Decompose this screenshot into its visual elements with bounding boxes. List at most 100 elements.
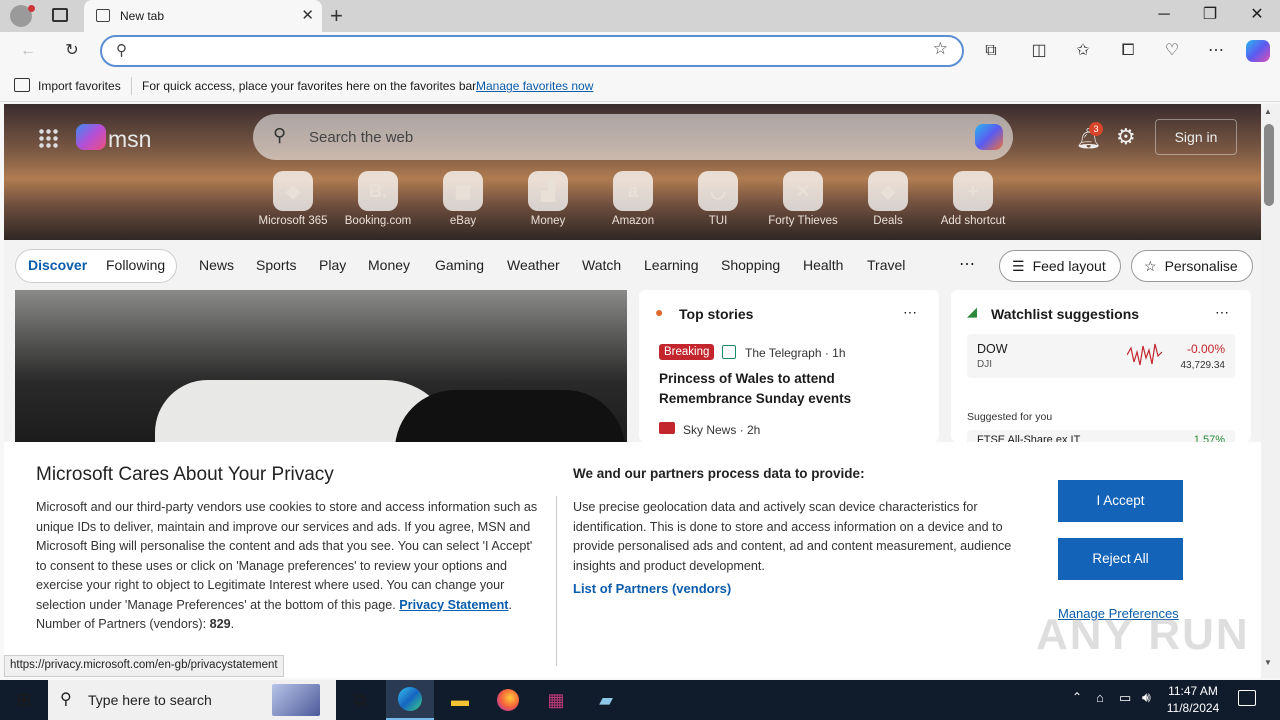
tab-discover[interactable]: Discover xyxy=(28,257,87,273)
nav-item-learning[interactable]: Learning xyxy=(644,257,699,273)
reject-all-button[interactable]: Reject All xyxy=(1058,538,1183,580)
copilot-search-icon[interactable] xyxy=(975,124,1003,150)
shortcut-3[interactable]: ▟ Money xyxy=(503,171,593,227)
edge-taskbar-icon[interactable] xyxy=(386,680,434,720)
tray-device-icon[interactable]: ⌂ xyxy=(1096,690,1104,705)
favorites-divider xyxy=(131,77,132,95)
import-icon xyxy=(14,78,30,92)
msn-search-box[interactable]: ⚲ Search the web xyxy=(253,114,1013,160)
tab-following[interactable]: Following xyxy=(106,257,165,273)
minimize-button[interactable]: ─ xyxy=(1141,0,1187,32)
copilot-icon[interactable] xyxy=(1246,40,1270,62)
start-windows-icon[interactable]: ⊞ xyxy=(0,680,48,720)
list-of-partners-link[interactable]: List of Partners (vendors) xyxy=(573,581,731,596)
shortcut-5[interactable]: ◡ TUI xyxy=(673,171,763,227)
accept-button[interactable]: I Accept xyxy=(1058,480,1183,522)
nav-item-weather[interactable]: Weather xyxy=(507,257,560,273)
shortcut-label: eBay xyxy=(449,215,477,227)
shortcut-0[interactable]: ◆ Microsoft 365 xyxy=(248,171,338,227)
split-screen-icon[interactable]: ◫ xyxy=(1028,40,1050,62)
shortcut-8[interactable]: + Add shortcut xyxy=(928,171,1018,227)
partial-row-change: 1.57% xyxy=(1193,434,1225,442)
app-launcher-icon[interactable] xyxy=(38,128,58,148)
refresh-icon[interactable]: ↻ xyxy=(61,40,83,62)
privacy-statement-link[interactable]: Privacy Statement xyxy=(399,598,508,612)
shortcut-1[interactable]: B. Booking.com xyxy=(333,171,423,227)
scrollbar-thumb[interactable] xyxy=(1264,124,1274,206)
sign-in-button[interactable]: Sign in xyxy=(1155,119,1237,155)
tray-network-icon[interactable]: ▭ xyxy=(1119,690,1131,706)
nav-item-money[interactable]: Money xyxy=(368,257,410,273)
file-explorer-icon[interactable]: ▬ xyxy=(436,680,484,720)
partners-count: 829 xyxy=(209,617,231,631)
nav-item-news[interactable]: News xyxy=(199,257,234,273)
settings-gear-icon[interactable]: ⚙ xyxy=(1116,124,1136,150)
shortcut-4[interactable]: a Amazon xyxy=(588,171,678,227)
scroll-down-icon[interactable]: ▼ xyxy=(1264,658,1272,667)
hero-article-image[interactable] xyxy=(15,290,627,442)
favorite-star-icon[interactable]: ☆ xyxy=(933,39,948,59)
notification-center-icon[interactable] xyxy=(1238,690,1256,706)
taskbar-search-box[interactable]: ⚲ Type here to search xyxy=(48,680,336,720)
shortcut-2[interactable]: ▦ eBay xyxy=(418,171,508,227)
shortcut-7[interactable]: ◆ Deals xyxy=(843,171,933,227)
nav-item-health[interactable]: Health xyxy=(803,257,843,273)
shortcut-6[interactable]: ✕ Forty Thieves xyxy=(758,171,848,227)
tray-volume-icon[interactable]: 🔊︎ xyxy=(1142,689,1151,706)
plus-icon: + xyxy=(953,171,993,211)
telegraph-logo-icon xyxy=(722,345,736,359)
nav-item-travel[interactable]: Travel xyxy=(867,257,905,273)
watchlist-row-dow[interactable]: DOW DJI -0.00% 43,729.34 xyxy=(967,334,1235,378)
close-window-button[interactable]: ✕ xyxy=(1234,0,1280,32)
story-headline-1[interactable]: Princess of Wales to attend Remembrance … xyxy=(659,369,909,409)
firefox-logo xyxy=(497,689,519,711)
performance-icon[interactable]: ♡ xyxy=(1161,40,1183,62)
shortcut-label: Forty Thieves xyxy=(768,215,838,227)
clock-time: 11:47 AM xyxy=(1168,684,1218,698)
personalise-button[interactable]: ☆ Personalise xyxy=(1131,250,1253,282)
notepad-icon[interactable]: ▰ xyxy=(582,680,630,720)
tray-chevron-icon[interactable]: ⌃ xyxy=(1072,690,1082,704)
nav-item-watch[interactable]: Watch xyxy=(582,257,621,273)
address-input[interactable] xyxy=(146,42,886,60)
nav-item-gaming[interactable]: Gaming xyxy=(435,257,484,273)
taskbar-search-icon: ⚲ xyxy=(60,691,72,708)
task-view-icon[interactable]: ⧉ xyxy=(336,680,384,720)
msn-search-placeholder: Search the web xyxy=(309,129,414,146)
tab-actions-icon[interactable] xyxy=(52,8,68,22)
new-tab-button[interactable]: + xyxy=(330,3,343,29)
privacy-body: Microsoft and our third-party vendors us… xyxy=(36,500,538,631)
dow-sub: DJI xyxy=(977,359,992,370)
favorites-icon[interactable]: ✩ xyxy=(1072,40,1094,62)
top-stories-more-icon[interactable]: ⋯ xyxy=(903,304,917,321)
taskbar-clock[interactable]: 11:47 AM 11/8/2024 xyxy=(1158,683,1228,717)
scroll-up-icon[interactable]: ▲ xyxy=(1264,107,1272,116)
address-bar[interactable]: ⚲ ☆ xyxy=(100,35,964,67)
tab-close-icon[interactable]: ✕ xyxy=(301,6,314,24)
restore-button[interactable]: ❐ xyxy=(1187,0,1233,32)
manage-favorites-link[interactable]: Manage favorites now xyxy=(476,79,593,93)
watchlist-row-partial[interactable]: FTSE All-Share ex IT 1.57% xyxy=(967,430,1235,442)
collections-icon[interactable]: ⧠ xyxy=(1117,40,1139,62)
nav-more-icon[interactable]: ⋯ xyxy=(959,254,975,274)
privacy-right-title: We and our partners process data to prov… xyxy=(573,466,865,481)
feed-layout-button[interactable]: ☰ Feed layout xyxy=(999,250,1121,282)
watchlist-more-icon[interactable]: ⋯ xyxy=(1215,304,1229,321)
import-favorites-button[interactable]: Import favorites xyxy=(38,79,121,93)
extensions-icon[interactable]: ⧉ xyxy=(980,40,1002,62)
favorites-bar: Import favorites For quick access, place… xyxy=(0,70,1280,102)
more-icon[interactable]: ⋯ xyxy=(1205,40,1227,62)
nav-item-play[interactable]: Play xyxy=(319,257,346,273)
nav-item-shopping[interactable]: Shopping xyxy=(721,257,780,273)
story-source-2: Sky News · 2h xyxy=(683,423,761,437)
shortcut-label: Amazon xyxy=(611,215,655,227)
nav-item-sports[interactable]: Sports xyxy=(256,257,296,273)
tab-new-tab[interactable]: New tab ✕ xyxy=(84,0,322,32)
back-icon[interactable]: ← xyxy=(17,40,39,62)
firefox-icon[interactable] xyxy=(484,680,532,720)
deals-tag-icon: ◆ xyxy=(868,171,908,211)
msn-logo-text[interactable]: msn xyxy=(108,126,151,153)
watermark-logo: ANY RUN xyxy=(1036,610,1250,659)
winrar-icon[interactable]: ▦ xyxy=(532,680,580,720)
profile-notification-dot xyxy=(28,5,35,12)
